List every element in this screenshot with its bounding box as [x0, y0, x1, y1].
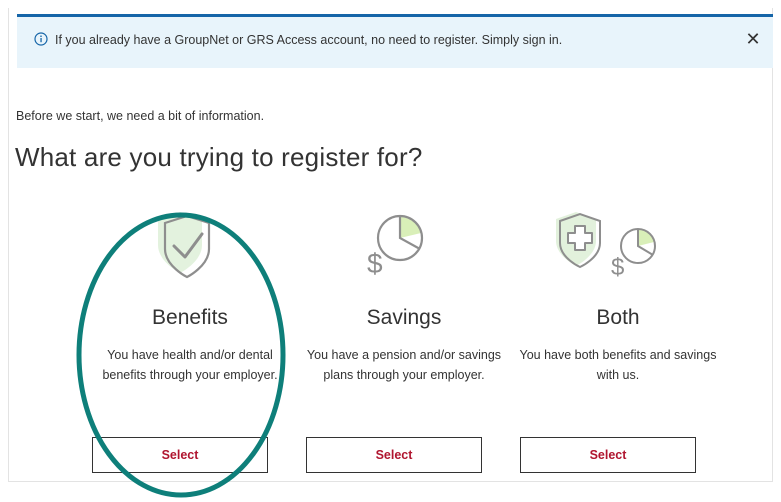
option-description: You have a pension and/or savings plans … [306, 348, 502, 382]
info-banner: If you already have a GroupNet or GRS Ac… [17, 14, 773, 68]
option-card-savings: $ Savings You have a pension and/or savi… [304, 205, 504, 475]
option-description: You have both benefits and savings with … [519, 348, 717, 382]
shield-cross-dollar-pie-icon: $ [518, 205, 718, 281]
select-savings-button[interactable]: Select [306, 437, 482, 473]
intro-text: Before we start, we need a bit of inform… [16, 109, 265, 123]
info-circle-icon [34, 32, 48, 46]
svg-text:$: $ [611, 254, 624, 280]
page-title: What are you trying to register for? [15, 142, 423, 172]
shield-check-icon [90, 205, 290, 280]
close-icon[interactable]: ✕ [742, 28, 764, 50]
option-title: Savings [366, 306, 442, 329]
option-card-both: $ Both You have both benefits and saving… [518, 205, 718, 475]
option-card-benefits: Benefits You have health and/or dental b… [90, 205, 290, 475]
select-both-button[interactable]: Select [520, 437, 696, 473]
option-description: You have health and/or dental benefits t… [102, 348, 278, 382]
dollar-pie-icon: $ [304, 205, 504, 280]
banner-message: If you already have a GroupNet or GRS Ac… [55, 33, 563, 47]
select-benefits-button[interactable]: Select [92, 437, 268, 473]
option-title: Both [596, 306, 640, 329]
svg-text:$: $ [367, 248, 383, 279]
option-title: Benefits [152, 306, 228, 329]
